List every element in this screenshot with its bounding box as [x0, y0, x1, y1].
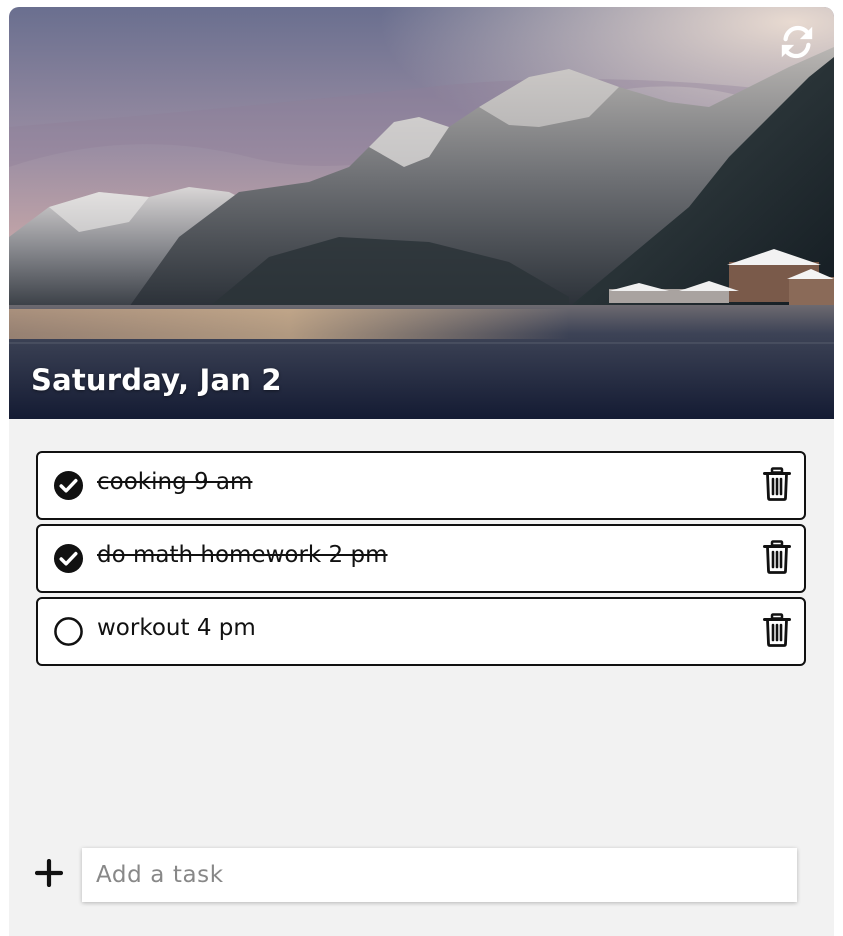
list-item: cooking 9 am — [36, 451, 806, 520]
task-list: cooking 9 am do math homework 2 pm worko… — [36, 451, 806, 670]
add-task-input[interactable] — [82, 848, 797, 902]
task-text[interactable]: workout 4 pm — [97, 615, 256, 641]
trash-icon[interactable] — [763, 613, 791, 647]
plus-icon[interactable] — [35, 859, 63, 887]
task-text[interactable]: do math homework 2 pm — [97, 542, 388, 568]
trash-icon[interactable] — [763, 467, 791, 501]
add-task-row — [9, 847, 834, 903]
refresh-icon[interactable] — [778, 23, 816, 61]
list-item: workout 4 pm — [36, 597, 806, 666]
list-item: do math homework 2 pm — [36, 524, 806, 593]
mountain-lake-photo — [9, 7, 834, 419]
task-text[interactable]: cooking 9 am — [97, 469, 252, 495]
circle-outline-icon[interactable] — [53, 616, 84, 647]
trash-icon[interactable] — [763, 540, 791, 574]
todo-card: Saturday, Jan 2 cooking 9 am do math hom… — [9, 7, 834, 936]
check-circle-filled-icon[interactable] — [53, 470, 84, 501]
check-circle-filled-icon[interactable] — [53, 543, 84, 574]
header-hero: Saturday, Jan 2 — [9, 7, 834, 419]
date-label: Saturday, Jan 2 — [31, 363, 282, 397]
